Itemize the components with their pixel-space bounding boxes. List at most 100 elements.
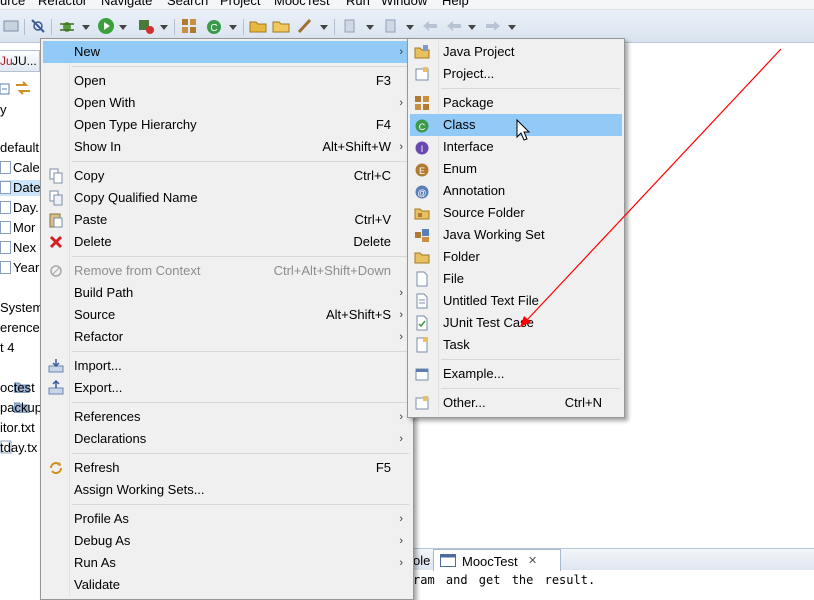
menu-item-refresh[interactable]: Refresh F5 xyxy=(43,457,411,479)
menu-window[interactable]: Window xyxy=(381,0,427,8)
tree-item-monitor-txt[interactable]: itor.txt xyxy=(0,420,35,436)
view-icon xyxy=(440,554,456,567)
menu-item-assign-working-sets[interactable]: Assign Working Sets... xyxy=(43,479,411,501)
menu-item-copy-qualified-name[interactable]: Copy Qualified Name xyxy=(43,187,411,209)
class-icon: C xyxy=(415,119,429,133)
junit-view-tab[interactable]: Ju JU... xyxy=(0,50,40,72)
forward-icon[interactable] xyxy=(484,17,502,35)
console-tab-partial[interactable]: ole xyxy=(413,553,430,568)
menu-item-open-with[interactable]: Open With › xyxy=(43,92,411,114)
menu-item-enum[interactable]: E Enum xyxy=(410,158,622,180)
annotation-nav-dropdown-2[interactable] xyxy=(406,25,414,30)
back-icon[interactable] xyxy=(445,17,463,35)
tree-item-nextday-txt[interactable]: tday.tx xyxy=(0,440,37,456)
tree-item-jre-system-library[interactable]: System xyxy=(0,300,43,316)
tree-item-java-file[interactable]: Day. xyxy=(0,200,39,216)
menu-item-profile-as[interactable]: Profile As › xyxy=(43,508,411,530)
menu-item-task[interactable]: Task xyxy=(410,334,622,356)
menu-item-validate[interactable]: Validate xyxy=(43,574,411,596)
tree-item-default-package[interactable]: default xyxy=(0,140,39,156)
tab-mooctest[interactable]: MoocTest ✕ xyxy=(433,549,561,571)
annotation-nav-icon-2[interactable] xyxy=(383,17,401,35)
tree-item-java-file-selected[interactable]: Date xyxy=(0,180,40,196)
example-icon xyxy=(415,368,429,381)
external-tools-dropdown[interactable] xyxy=(160,25,168,30)
new-class-icon[interactable]: C xyxy=(205,17,223,35)
menu-item-folder[interactable]: Folder xyxy=(410,246,622,268)
debug-dropdown[interactable] xyxy=(82,25,90,30)
menu-help[interactable]: Help xyxy=(442,0,469,8)
new-package-icon[interactable] xyxy=(180,17,198,35)
menu-item-build-path[interactable]: Build Path › xyxy=(43,282,411,304)
menu-item-import[interactable]: Import... xyxy=(43,355,411,377)
menu-item-interface[interactable]: I Interface xyxy=(410,136,622,158)
menu-item-junit-test-case[interactable]: JUnit Test Case xyxy=(410,312,622,334)
menu-navigate[interactable]: Navigate xyxy=(101,0,152,8)
menu-item-package[interactable]: Package xyxy=(410,92,622,114)
menu-item-source[interactable]: Source Alt+Shift+S › xyxy=(43,304,411,326)
link-with-editor-icon[interactable] xyxy=(14,80,32,96)
annotation-nav-icon[interactable] xyxy=(342,17,360,35)
run-dropdown[interactable] xyxy=(119,25,127,30)
open-folder-icon[interactable] xyxy=(249,17,267,35)
menu-item-open[interactable]: Open F3 xyxy=(43,70,411,92)
menu-source[interactable]: urce xyxy=(0,0,25,8)
refresh-icon xyxy=(50,462,62,474)
menu-item-debug-as[interactable]: Debug As › xyxy=(43,530,411,552)
tab-mooctest-label: MoocTest xyxy=(462,554,518,569)
menu-item-delete[interactable]: Delete Delete xyxy=(43,231,411,253)
menu-item-references[interactable]: References › xyxy=(43,406,411,428)
back-dropdown[interactable] xyxy=(468,25,476,30)
external-tools-icon[interactable] xyxy=(137,17,155,35)
menu-item-java-working-set[interactable]: Java Working Set xyxy=(410,224,622,246)
menu-item-class[interactable]: C Class xyxy=(410,114,622,136)
menu-item-copy[interactable]: Copy Ctrl+C xyxy=(43,165,411,187)
collapse-all-icon[interactable] xyxy=(0,82,10,96)
menu-item-annotation[interactable]: @ Annotation xyxy=(410,180,622,202)
svg-text:@: @ xyxy=(417,188,426,198)
menu-item-paste[interactable]: Paste Ctrl+V xyxy=(43,209,411,231)
menu-item-show-in[interactable]: Show In Alt+Shift+W › xyxy=(43,136,411,158)
brush-icon[interactable] xyxy=(296,17,314,35)
menu-item-open-type-hierarchy[interactable]: Open Type Hierarchy F4 xyxy=(43,114,411,136)
close-icon[interactable]: ✕ xyxy=(528,554,537,567)
last-edit-icon[interactable] xyxy=(421,17,439,35)
new-class-dropdown[interactable] xyxy=(229,25,237,30)
menu-item-export[interactable]: Export... xyxy=(43,377,411,399)
tree-item-junit-4[interactable]: t 4 xyxy=(0,340,14,356)
forward-dropdown[interactable] xyxy=(508,25,516,30)
debug-icon[interactable] xyxy=(58,17,76,35)
menu-separator xyxy=(72,256,409,257)
tree-item-java-file[interactable]: Year xyxy=(0,260,39,276)
run-icon[interactable] xyxy=(97,17,115,35)
save-icon[interactable] xyxy=(2,17,20,35)
tree-item-java-file[interactable]: Cale xyxy=(0,160,40,176)
tree-item-mooctest[interactable]: octest xyxy=(0,380,35,396)
project-icon xyxy=(415,67,429,81)
annotation-nav-dropdown[interactable] xyxy=(366,25,374,30)
menu-refactor[interactable]: Refactor xyxy=(38,0,87,8)
menu-mooctest[interactable]: MoocTest xyxy=(274,0,330,8)
menu-item-other[interactable]: Other... Ctrl+N xyxy=(410,392,622,414)
menu-item-project[interactable]: Project... xyxy=(410,63,622,85)
brush-dropdown[interactable] xyxy=(320,25,328,30)
menu-item-source-folder[interactable]: Source Folder xyxy=(410,202,622,224)
menu-project[interactable]: Project xyxy=(220,0,260,8)
menu-item-example[interactable]: Example... xyxy=(410,363,622,385)
tree-item-java-file[interactable]: Nex xyxy=(0,240,36,256)
tree-item-java-file[interactable]: Mor xyxy=(0,220,35,236)
menu-item-file[interactable]: File xyxy=(410,268,622,290)
menu-item-java-project[interactable]: Java Project xyxy=(410,41,622,63)
tree-item-backup[interactable]: packup xyxy=(0,400,42,416)
menu-item-new[interactable]: New › xyxy=(43,41,411,63)
skip-breakpoints-icon[interactable] xyxy=(29,17,47,35)
menu-item-remove-from-context[interactable]: Remove from Context Ctrl+Alt+Shift+Down xyxy=(43,260,411,282)
menu-item-declarations[interactable]: Declarations › xyxy=(43,428,411,450)
menu-search[interactable]: Search xyxy=(167,0,208,8)
menu-item-refactor[interactable]: Refactor › xyxy=(43,326,411,348)
menu-run[interactable]: Run xyxy=(346,0,370,8)
tree-item[interactable]: y xyxy=(0,102,7,118)
menu-item-run-as[interactable]: Run As › xyxy=(43,552,411,574)
menu-item-untitled-text-file[interactable]: Untitled Text File xyxy=(410,290,622,312)
open-file-icon[interactable] xyxy=(272,17,290,35)
